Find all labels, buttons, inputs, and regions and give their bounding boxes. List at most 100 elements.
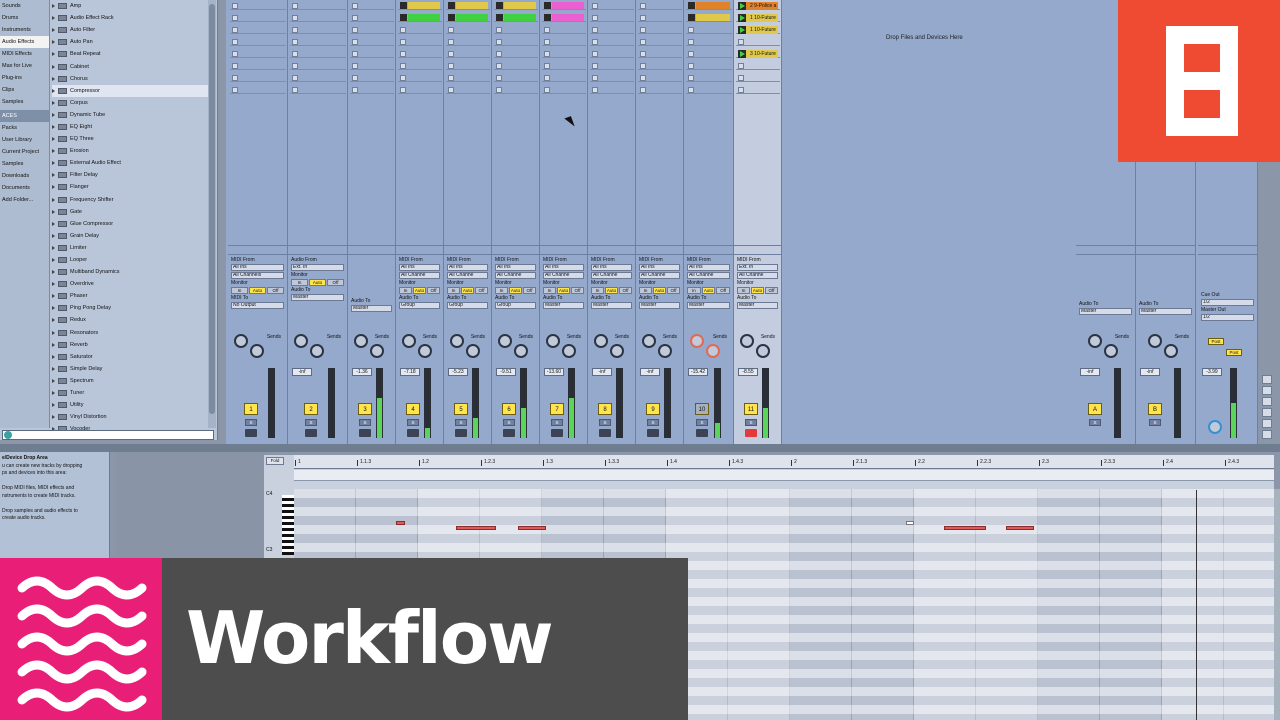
volume-field[interactable]: -8.55 bbox=[738, 368, 758, 376]
clip-slot[interactable] bbox=[736, 86, 780, 94]
clip-stop-button[interactable] bbox=[640, 39, 646, 45]
arm-button[interactable] bbox=[455, 429, 467, 437]
clip-stop-button[interactable] bbox=[640, 51, 646, 57]
clip[interactable]: 1 10-Future bbox=[746, 14, 778, 22]
volume-field[interactable]: -5.23 bbox=[448, 368, 468, 376]
clip-play-button[interactable] bbox=[496, 14, 503, 21]
clip-stop-button[interactable] bbox=[400, 87, 406, 93]
monitor-auto-button[interactable]: Auto bbox=[701, 287, 716, 294]
volume-field[interactable]: -1.36 bbox=[352, 368, 372, 376]
fold-button[interactable]: Fold bbox=[266, 457, 284, 465]
clip-slot[interactable] bbox=[686, 62, 732, 70]
monitor-switch[interactable]: In Auto Off bbox=[591, 287, 632, 294]
send-b-knob[interactable] bbox=[250, 344, 264, 358]
clip[interactable] bbox=[456, 2, 488, 9]
input-type-select[interactable]: Ext. In bbox=[737, 264, 778, 271]
solo-button[interactable]: S bbox=[503, 419, 515, 426]
clip-stop-button[interactable] bbox=[292, 3, 298, 9]
browser-place[interactable]: Documents bbox=[0, 182, 49, 194]
clip-slot[interactable] bbox=[446, 74, 490, 82]
clip-slot[interactable] bbox=[398, 38, 442, 46]
monitor-off-button[interactable]: Off bbox=[667, 287, 680, 294]
browser-item[interactable]: Ping Pong Delay bbox=[52, 302, 208, 314]
disclosure-triangle-icon[interactable] bbox=[52, 52, 55, 57]
browser-item[interactable]: Multiband Dynamics bbox=[52, 266, 208, 278]
clip-stop-button[interactable] bbox=[640, 27, 646, 33]
clip-slot[interactable] bbox=[446, 50, 490, 58]
clip-stop-button[interactable] bbox=[640, 15, 646, 21]
clip-slot[interactable] bbox=[398, 2, 442, 10]
browser-item[interactable]: External Audio Effect bbox=[52, 157, 208, 169]
clip-slot[interactable] bbox=[686, 2, 732, 10]
clip-slot[interactable] bbox=[638, 14, 682, 22]
clip-slot[interactable] bbox=[542, 26, 586, 34]
output-type-select[interactable]: Master bbox=[291, 294, 344, 301]
clip-slot[interactable] bbox=[542, 86, 586, 94]
clip-stop-button[interactable] bbox=[592, 75, 598, 81]
arm-button[interactable] bbox=[359, 429, 371, 437]
track-activator-button[interactable]: 6 bbox=[502, 403, 516, 415]
clip-slot[interactable] bbox=[230, 26, 286, 34]
monitor-in-button[interactable]: In bbox=[543, 287, 556, 294]
clip-stop-button[interactable] bbox=[292, 39, 298, 45]
clip-play-button[interactable] bbox=[448, 2, 455, 9]
browser-item[interactable]: Grain Delay bbox=[52, 230, 208, 242]
browser-category[interactable]: Plug-ins bbox=[0, 72, 49, 84]
clip-stop-button[interactable] bbox=[738, 75, 744, 81]
send-a-knob[interactable] bbox=[498, 334, 512, 348]
piano-keys[interactable] bbox=[282, 495, 294, 555]
browser-item[interactable]: Filter Delay bbox=[52, 169, 208, 181]
clip-stop-button[interactable] bbox=[688, 87, 694, 93]
clip-slot[interactable] bbox=[638, 26, 682, 34]
clip-stop-button[interactable] bbox=[592, 27, 598, 33]
clip-slot[interactable] bbox=[638, 62, 682, 70]
cue-volume-knob[interactable] bbox=[1208, 420, 1222, 434]
clip-slot[interactable] bbox=[398, 26, 442, 34]
clip-stop-button[interactable] bbox=[640, 87, 646, 93]
browser-category[interactable]: Max for Live bbox=[0, 60, 49, 72]
disclosure-triangle-icon[interactable] bbox=[52, 209, 55, 214]
solo-button[interactable]: S bbox=[407, 419, 419, 426]
browser-scrollbar[interactable] bbox=[208, 0, 216, 428]
browser-category[interactable]: Audio Effects bbox=[0, 36, 49, 48]
clip-stop-button[interactable] bbox=[688, 75, 694, 81]
clip-slot[interactable] bbox=[686, 26, 732, 34]
clip-slot[interactable] bbox=[230, 14, 286, 22]
clip-slot[interactable] bbox=[494, 26, 538, 34]
arm-button[interactable] bbox=[647, 429, 659, 437]
input-type-select[interactable]: All Ins bbox=[591, 264, 632, 271]
browser-item[interactable]: Frequency Shifter bbox=[52, 194, 208, 206]
clip-play-button[interactable] bbox=[544, 2, 551, 9]
clip-slot[interactable] bbox=[686, 38, 732, 46]
mixer-section-toggles[interactable] bbox=[1262, 375, 1274, 445]
monitor-switch[interactable]: In Auto Off bbox=[737, 287, 778, 294]
clip-slot[interactable]: 1 10-Future bbox=[736, 26, 780, 34]
clip-stop-button[interactable] bbox=[544, 51, 550, 57]
disclosure-triangle-icon[interactable] bbox=[52, 294, 55, 299]
volume-field[interactable]: -7.18 bbox=[400, 368, 420, 376]
disclosure-triangle-icon[interactable] bbox=[52, 366, 55, 371]
clip-slot[interactable] bbox=[590, 74, 634, 82]
volume-field[interactable]: -inf bbox=[1080, 368, 1100, 376]
clip-slot[interactable] bbox=[446, 62, 490, 70]
input-channel-select[interactable]: All Channe bbox=[495, 272, 536, 279]
clip-slot[interactable] bbox=[736, 62, 780, 70]
clip-slot[interactable] bbox=[736, 74, 780, 82]
browser-item[interactable]: Resonators bbox=[52, 327, 208, 339]
monitor-auto-button[interactable]: Auto bbox=[249, 287, 266, 294]
clip-slot[interactable] bbox=[686, 50, 732, 58]
track-activator-button[interactable]: 10 bbox=[695, 403, 709, 415]
clip-stop-button[interactable] bbox=[292, 51, 298, 57]
monitor-off-button[interactable]: Off bbox=[571, 287, 584, 294]
track-activator-button[interactable]: 4 bbox=[406, 403, 420, 415]
clip-slot[interactable] bbox=[638, 74, 682, 82]
output-type-select[interactable]: Group bbox=[447, 302, 488, 309]
clip-slot[interactable] bbox=[290, 38, 346, 46]
input-channel-select[interactable]: All Channe bbox=[543, 272, 584, 279]
disclosure-triangle-icon[interactable] bbox=[52, 76, 55, 81]
arm-button[interactable] bbox=[551, 429, 563, 437]
browser-item[interactable]: Dynamic Tube bbox=[52, 109, 208, 121]
clip-slot[interactable] bbox=[494, 62, 538, 70]
clip-stop-button[interactable] bbox=[448, 51, 454, 57]
loop-bar[interactable] bbox=[294, 470, 1274, 481]
